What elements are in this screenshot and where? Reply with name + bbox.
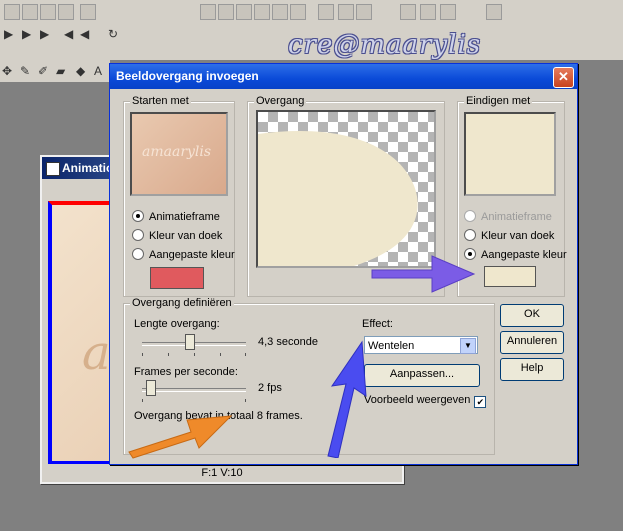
start-group-label: Starten met [130,95,191,107]
open-icon[interactable] [22,4,38,20]
end-option-frame: Animatieframe [464,210,552,223]
transition-shape [258,131,418,266]
watermark: cre@maarylis [288,30,482,60]
customize-button[interactable]: Aanpassen... [364,364,480,387]
length-value: 4,3 seconde [258,336,318,348]
properties-icon[interactable] [356,4,372,20]
move-icon[interactable]: ✥ [2,64,12,78]
new-icon[interactable] [4,4,20,20]
help-pointer-icon[interactable] [486,4,502,20]
save-icon[interactable] [40,4,56,20]
start-option-custom[interactable]: Aangepaste kleur [132,248,235,261]
radio-icon [464,210,476,222]
blue-arrow-icon [327,340,367,458]
start-preview-text: amaarylis [142,144,212,160]
frame-icon[interactable] [254,4,270,20]
end-option-canvas[interactable]: Kleur van doek [464,229,554,242]
step-forward-icon[interactable]: ▶ [22,27,31,41]
start-option-custom-label: Aangepaste kleur [149,249,235,261]
effect-label: Effect: [362,318,393,330]
rewind-icon[interactable]: ◀ [64,27,73,41]
start-group: Starten met amaarylis Animatieframe Kleu… [123,95,235,297]
start-option-canvas[interactable]: Kleur van doek [132,229,222,242]
end-option-canvas-label: Kleur van doek [481,230,555,242]
app-icon [46,162,60,176]
print-icon[interactable] [58,4,74,20]
delete-icon[interactable] [338,4,354,20]
end-group-label: Eindigen met [464,95,533,107]
cancel-button[interactable]: Annuleren [500,331,564,354]
preview-icon[interactable] [80,4,96,20]
tick [142,353,143,356]
end-option-custom-label: Aangepaste kleur [481,249,567,261]
preview-toggle[interactable]: Voorbeeld weergeven ✔ [364,394,487,408]
tick [194,353,195,356]
tick [168,353,169,356]
frame3-icon[interactable] [290,4,306,20]
tick [245,399,246,402]
radio-icon [464,229,476,241]
fps-label: Frames per seconde: [134,366,238,378]
zoom-icon[interactable] [400,4,416,20]
end-option-frame-label: Animatieframe [481,211,552,223]
brush-icon[interactable]: ✎ [20,64,30,78]
transition-preview [256,110,436,268]
checkmark-icon[interactable]: ✔ [474,396,487,408]
close-button[interactable]: ✕ [553,67,574,88]
canvas-letter: a [82,325,111,381]
copy-icon[interactable] [218,4,234,20]
length-slider-thumb[interactable] [184,334,195,350]
effect-select[interactable]: Wentelen ▼ [364,336,478,354]
fill-icon[interactable]: ◆ [76,64,85,78]
loop-icon[interactable]: ↻ [108,27,118,41]
view-icon[interactable] [420,4,436,20]
end-preview [464,112,556,196]
transition-group-label: Overgang [254,95,307,107]
app-toolbar [0,0,623,25]
end-color-swatch[interactable] [484,266,536,287]
ok-button[interactable]: OK [500,304,564,327]
orange-arrow-icon [128,415,233,459]
start-preview: amaarylis [130,112,228,196]
close-icon: ✕ [558,69,569,84]
step-back-icon[interactable]: ◀ [80,27,89,41]
start-option-frame-label: Animatieframe [149,211,220,223]
play-icon[interactable]: ▶ [4,27,13,41]
pen-icon[interactable]: ✐ [38,64,48,78]
tick [245,353,246,356]
start-option-canvas-label: Kleur van doek [149,230,223,242]
paste-icon[interactable] [236,4,252,20]
layer-icon[interactable] [318,4,334,20]
chevron-down-icon[interactable]: ▼ [460,338,476,354]
start-option-frame[interactable]: Animatieframe [132,210,220,223]
define-group-label: Overgang definiëren [130,297,234,309]
dialog-title[interactable]: Beeldovergang invoegen [110,64,577,89]
preview-toggle-label: Voorbeeld weergeven [364,394,471,406]
cut-icon[interactable] [200,4,216,20]
purple-arrow-icon [371,255,476,293]
eraser-icon[interactable]: ▰ [56,64,65,78]
fps-slider-thumb[interactable] [146,380,157,396]
frame-status: F:1 V:10 [42,464,402,482]
frame2-icon[interactable] [272,4,288,20]
fast-forward-icon[interactable]: ▶ [40,27,49,41]
radio-icon [132,229,144,241]
palette-icon[interactable] [440,4,456,20]
text-icon[interactable]: A [94,64,102,78]
help-button[interactable]: Help [500,358,564,381]
radio-icon [132,210,144,222]
length-label: Lengte overgang: [134,318,220,330]
fps-slider-track[interactable] [142,388,246,392]
start-color-swatch[interactable] [150,267,204,289]
tick [142,399,143,402]
tick [220,353,221,356]
radio-icon [132,248,144,260]
fps-value: 2 fps [258,382,282,394]
